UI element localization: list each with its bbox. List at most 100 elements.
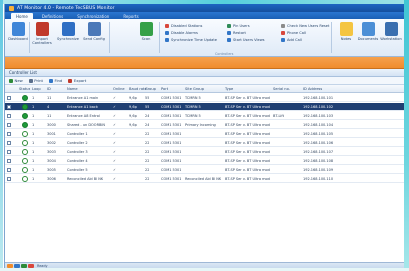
cell-type: BT-SP Ser v. BT Ultra mod: [225, 176, 270, 181]
cell-type: BT-SP Ser v. BT Ultra mod: [225, 113, 270, 118]
column-header[interactable]: Name: [67, 87, 78, 91]
check-new-users-reset-button[interactable]: Check New Users Reset: [281, 23, 329, 28]
column-header[interactable]: Loop: [32, 87, 41, 91]
start-users-views-button[interactable]: Start Users Views: [227, 37, 265, 42]
dashboard-button[interactable]: Dashboard: [7, 22, 29, 41]
synchronize-time-update-button[interactable]: Synchronize Time Update: [165, 37, 217, 42]
toolbar-label: Find: [54, 78, 63, 83]
ribbon-separator: [159, 22, 160, 53]
cell-type: BT-SP Ser v. BT Ultra mod: [225, 140, 270, 145]
ribbon-toolbar: Dashboard Import Controllers Synchronize Se…: [5, 19, 404, 57]
window-title: AT Monitor 4.0 - Remote TecSBUS Monitor: [17, 5, 115, 11]
row-checkbox[interactable]: [7, 132, 11, 136]
cell-type: BT-SP Ser v. BT Ultra mod: [225, 122, 270, 127]
export-button[interactable]: Export: [68, 78, 86, 83]
status-bar: Ready: [5, 262, 404, 268]
status-indicator-icon: [22, 158, 28, 164]
cell-online: ✓: [113, 113, 116, 118]
cell-port: COM1 5301: [161, 149, 182, 154]
row-checkbox[interactable]: [7, 141, 11, 145]
cell-loop: 1: [32, 176, 35, 181]
row-checkbox[interactable]: [7, 150, 11, 154]
restart-button[interactable]: Restart: [227, 30, 246, 35]
table-row[interactable]: 1 11 Entrance A1 main ✓ 9,6p 55 COM1 5301 TCMRN…: [5, 94, 404, 102]
cell-port: COM1 5301: [161, 158, 182, 163]
table-row[interactable]: 1 11 Entrance A8 Entrol ✓ 9,6p 24 COM1 5301 TCM…: [5, 112, 404, 120]
row-checkbox[interactable]: [7, 96, 11, 100]
row-checkbox[interactable]: [7, 159, 11, 163]
table-row[interactable]: 1 3001 Controller 1 ✓ 22 COM1 5301 BT-SP Ser v…: [5, 130, 404, 138]
cell-name: Controller 4: [67, 158, 88, 163]
status-indicator-icon: [22, 149, 28, 155]
column-header[interactable]: ID Address: [303, 87, 322, 91]
find-button[interactable]: Find: [49, 78, 62, 83]
cell-port: COM1 5301: [161, 131, 182, 136]
row-checkbox[interactable]: [7, 123, 11, 127]
toolbar-label: Export: [73, 78, 87, 83]
status-chip-icon[interactable]: [7, 264, 13, 268]
column-header[interactable]: Group: [145, 87, 156, 91]
button-icon: [281, 30, 285, 35]
cell-addr: 192.168.100.108: [303, 158, 334, 163]
ribbon-separator: [109, 22, 110, 53]
row-checkbox[interactable]: [7, 105, 11, 109]
table-row[interactable]: 1 3003 Controller 3 ✓ 22 COM1 5301 BT-SP Ser v…: [5, 148, 404, 156]
cell-id: 3000: [47, 122, 56, 127]
cell-name: Controller 3: [67, 149, 88, 154]
documents-button[interactable]: Documents: [357, 22, 379, 41]
pin-users-button[interactable]: Pin Users: [227, 23, 250, 28]
cell-name: Reconciled Ald Bl NK: [67, 176, 104, 181]
cell-loop: 1: [32, 113, 35, 118]
add-call-button[interactable]: Add Call: [281, 37, 302, 42]
highlight-banner: [5, 57, 404, 69]
table-row[interactable]: 1 3005 Controller 5 ✓ 22 COM1 5301 BT-SP Ser v…: [5, 166, 404, 174]
print-icon: [28, 78, 33, 83]
cell-online: ✓: [113, 158, 116, 163]
title-bar[interactable]: AT Monitor 4.0 - Remote TecSBUS Monitor: [5, 4, 404, 12]
table-row[interactable]: 1 4 Entrance A1 back ✓ 9,6p 55 COM1 5301 TCMRN …: [5, 103, 404, 111]
row-checkbox[interactable]: [7, 168, 11, 172]
send-config-button[interactable]: Send Config: [83, 22, 105, 41]
sync-icon: [61, 22, 75, 36]
column-header[interactable]: Port: [161, 87, 168, 91]
workstation-button[interactable]: Workstation: [380, 22, 402, 41]
cell-id: 11: [47, 95, 52, 100]
cell-site: TCMRN 5: [185, 104, 201, 109]
column-header[interactable]: Type: [225, 87, 233, 91]
column-header[interactable]: Serial no.: [273, 87, 290, 91]
print-button[interactable]: Print: [28, 78, 43, 83]
disabled-stations-button[interactable]: Disabled Stations: [165, 23, 202, 28]
cell-loop: 1: [32, 167, 35, 172]
column-header[interactable]: Status: [19, 87, 30, 91]
status-chip-icon[interactable]: [28, 264, 34, 268]
disable-alarms-button[interactable]: Disable Alarms: [165, 30, 198, 35]
row-checkbox[interactable]: [7, 114, 11, 118]
status-chip-icon[interactable]: [21, 264, 27, 268]
toolbar-label: New: [14, 78, 23, 83]
column-header[interactable]: Online: [113, 87, 125, 91]
table-row[interactable]: 1 3004 Controller 4 ✓ 22 COM1 5301 BT-SP Ser v…: [5, 157, 404, 165]
cell-port: COM1 5301: [161, 176, 182, 181]
ribbon-tabs: Home Definitions Synchronization Reports: [5, 12, 404, 19]
status-chip-icon[interactable]: [14, 264, 20, 268]
status-indicator-icon: [22, 113, 28, 119]
column-header[interactable]: Site Group: [185, 87, 204, 91]
synchronize-button[interactable]: Synchronize: [57, 22, 79, 41]
table-row[interactable]: 1 3000 Shared - un DOORBIN ✓ 9,6p 24 COM1 5301…: [5, 121, 404, 129]
status-indicator-icon: [22, 176, 28, 182]
table-row[interactable]: 1 3002 Controller 2 ✓ 22 COM1 5301 BT-SP Ser v…: [5, 139, 404, 147]
ribbon-button-label: Dashboard: [8, 37, 28, 41]
new-button[interactable]: New: [9, 78, 23, 83]
button-label: Add Call: [287, 37, 302, 42]
import-controllers-button[interactable]: Import Controllers: [31, 22, 53, 45]
cell-addr: 192.168.100.109: [303, 167, 334, 172]
notes-button[interactable]: Notes: [335, 22, 357, 41]
status-indicator-icon: [22, 122, 28, 128]
column-header[interactable]: ID: [47, 87, 51, 91]
ribbon-button-label: Workstation: [380, 37, 402, 41]
table-row[interactable]: 1 3006 Reconciled Ald Bl NK ✓ 22 COM1 5301 Rec…: [5, 175, 404, 183]
row-checkbox[interactable]: [7, 177, 11, 181]
scan-button[interactable]: Scan: [135, 22, 157, 41]
phone-call-button[interactable]: Phone Call: [281, 30, 306, 35]
import-icon: [35, 22, 49, 36]
